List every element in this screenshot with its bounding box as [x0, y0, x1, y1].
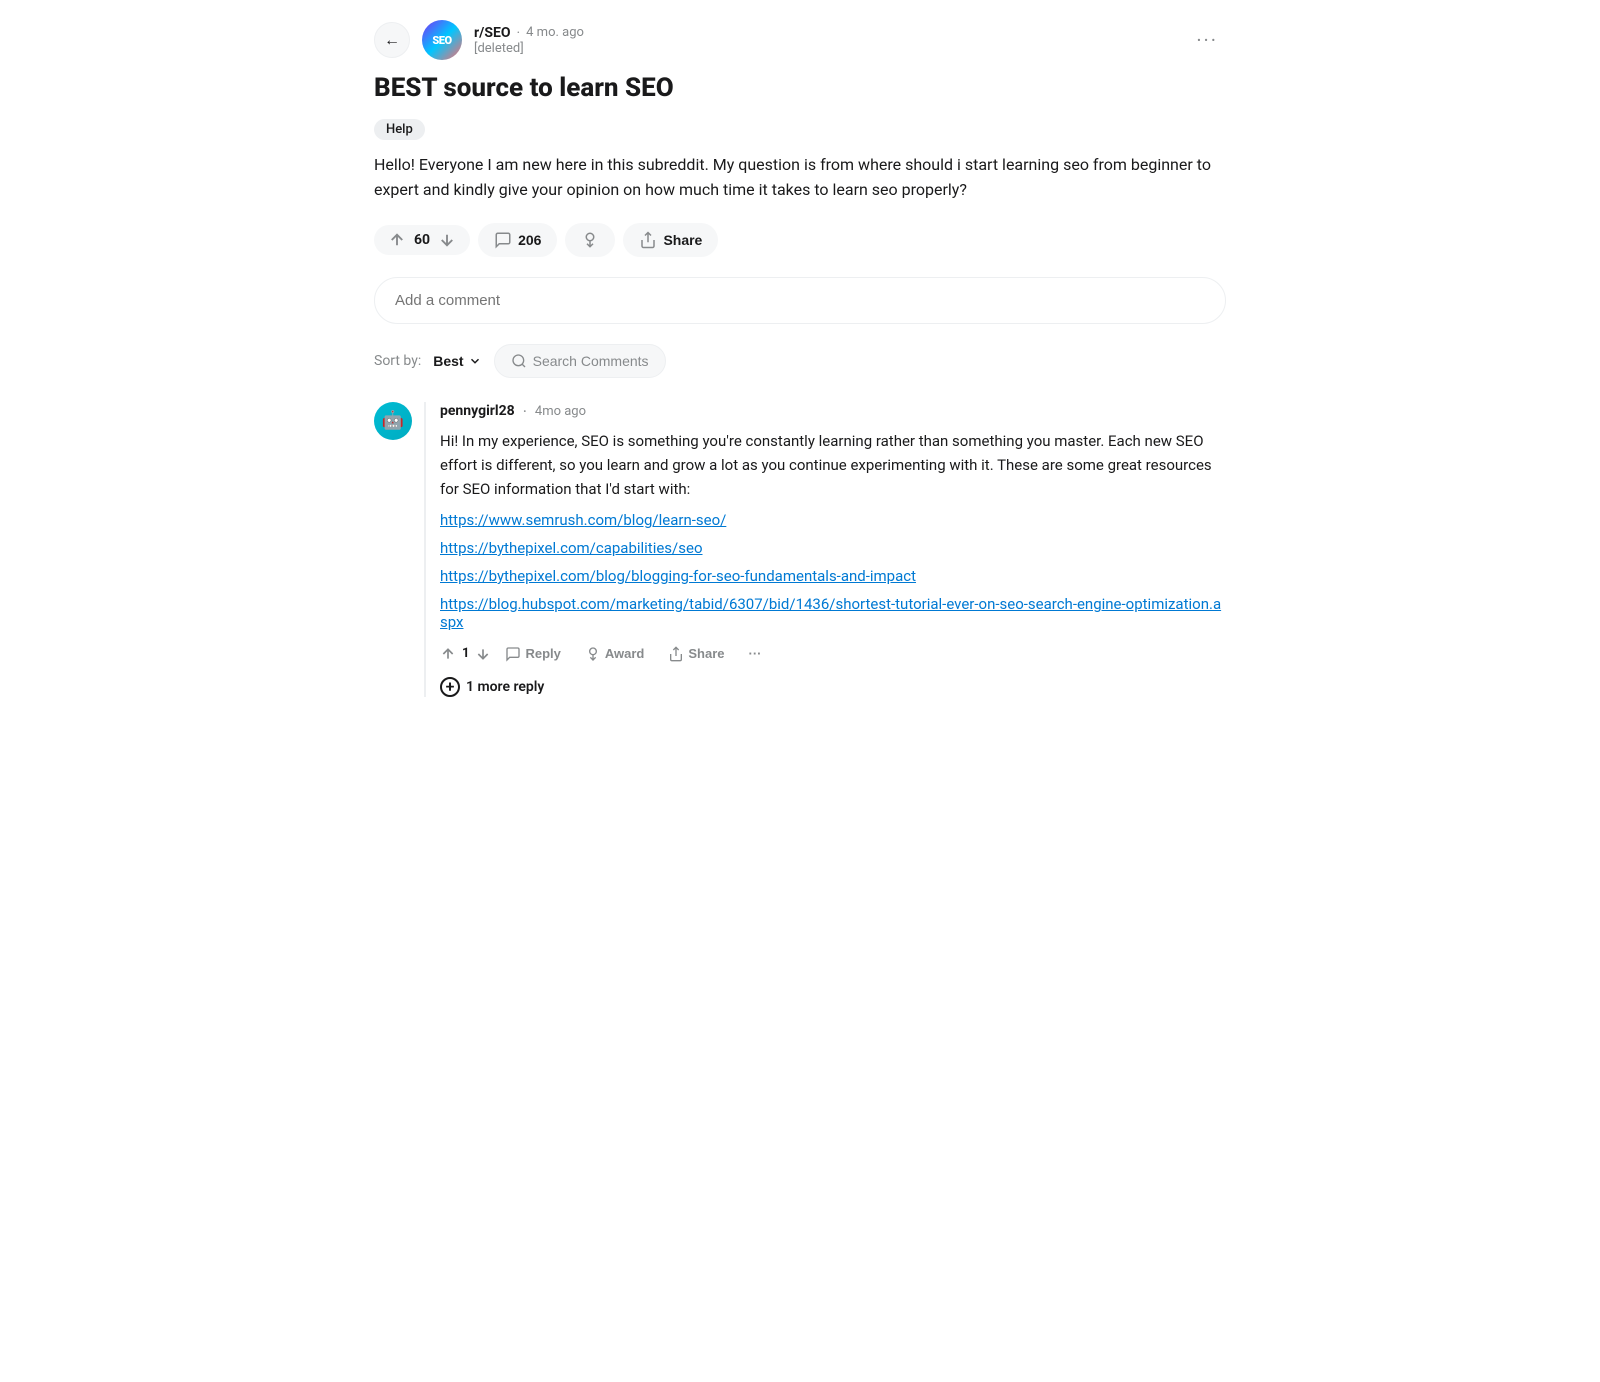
- share-icon: [668, 646, 684, 662]
- search-comments-label: Search Comments: [533, 353, 649, 369]
- comment-vote-group: 1: [440, 646, 491, 662]
- award-comment-button[interactable]: Award: [575, 641, 655, 667]
- award-button[interactable]: [565, 223, 615, 257]
- post-header-left: ← SEO r/SEO · 4 mo. ago [deleted]: [374, 20, 584, 60]
- comment-link-1[interactable]: https://www.semrush.com/blog/learn-seo/: [440, 511, 1226, 529]
- comment-upvote-button[interactable]: [440, 646, 456, 662]
- share-comment-label: Share: [688, 646, 724, 661]
- post-body: Hello! Everyone I am new here in this su…: [374, 152, 1226, 203]
- comments-section: 🤖 pennygirl28 · 4mo ago Hi! In my experi…: [374, 402, 1226, 697]
- reply-label: Reply: [525, 646, 560, 661]
- comment: 🤖 pennygirl28 · 4mo ago Hi! In my experi…: [374, 402, 1226, 697]
- comment-input-wrapper: [374, 277, 1226, 324]
- chevron-down-icon: [468, 354, 482, 368]
- vote-count: 60: [414, 232, 430, 248]
- award-icon: [585, 646, 601, 662]
- award-label: Award: [605, 646, 645, 661]
- share-label: Share: [663, 232, 702, 248]
- subreddit-name[interactable]: r/SEO: [474, 25, 510, 41]
- expand-replies-icon: +: [440, 677, 460, 697]
- comment-content: pennygirl28 · 4mo ago Hi! In my experien…: [424, 402, 1226, 697]
- sort-dropdown[interactable]: Best: [433, 353, 481, 369]
- more-replies-text: 1 more reply: [466, 679, 544, 695]
- upvote-button[interactable]: [388, 231, 406, 249]
- post-meta: r/SEO · 4 mo. ago [deleted]: [474, 25, 584, 56]
- share-comment-button[interactable]: Share: [658, 641, 734, 667]
- downvote-button[interactable]: [438, 231, 456, 249]
- comment-time: 4mo ago: [535, 404, 586, 419]
- action-bar: 60 206 Share: [374, 223, 1226, 257]
- reply-icon: [505, 646, 521, 662]
- comment-downvote-button[interactable]: [475, 646, 491, 662]
- post-header: ← SEO r/SEO · 4 mo. ago [deleted] ···: [374, 20, 1226, 60]
- avatar: 🤖: [374, 402, 412, 440]
- post-tag[interactable]: Help: [374, 119, 425, 140]
- search-icon: [511, 353, 527, 369]
- sort-label: Sort by:: [374, 353, 421, 369]
- more-replies[interactable]: + 1 more reply: [440, 677, 1226, 697]
- vote-group: 60: [374, 225, 470, 255]
- search-comments-button[interactable]: Search Comments: [494, 344, 666, 378]
- comment-input[interactable]: [374, 277, 1226, 324]
- post-title: BEST source to learn SEO: [374, 72, 1226, 106]
- reply-button[interactable]: Reply: [495, 641, 570, 667]
- comment-count: 206: [518, 232, 541, 248]
- comment-body: Hi! In my experience, SEO is something y…: [440, 429, 1226, 501]
- comment-header: pennygirl28 · 4mo ago: [440, 402, 1226, 421]
- comment-link-4[interactable]: https://blog.hubspot.com/marketing/tabid…: [440, 595, 1226, 631]
- post-time: 4 mo. ago: [526, 25, 584, 40]
- comment-more-button[interactable]: ···: [739, 641, 772, 666]
- comment-vote-count: 1: [462, 646, 469, 661]
- sort-value: Best: [433, 353, 463, 369]
- comment-link-3[interactable]: https://bythepixel.com/blog/blogging-for…: [440, 567, 1226, 585]
- post-author-deleted: [deleted]: [474, 41, 584, 56]
- comment-link-2[interactable]: https://bythepixel.com/capabilities/seo: [440, 539, 1226, 557]
- post-meta-top: r/SEO · 4 mo. ago: [474, 25, 584, 41]
- back-button[interactable]: ←: [374, 22, 410, 58]
- comment-author[interactable]: pennygirl28: [440, 403, 515, 419]
- comments-button[interactable]: 206: [478, 223, 557, 257]
- subreddit-avatar: SEO: [422, 20, 462, 60]
- share-button[interactable]: Share: [623, 223, 718, 257]
- comment-actions: 1 Reply: [440, 641, 1226, 667]
- sort-bar: Sort by: Best Search Comments: [374, 344, 1226, 378]
- more-options-button[interactable]: ···: [1188, 24, 1226, 56]
